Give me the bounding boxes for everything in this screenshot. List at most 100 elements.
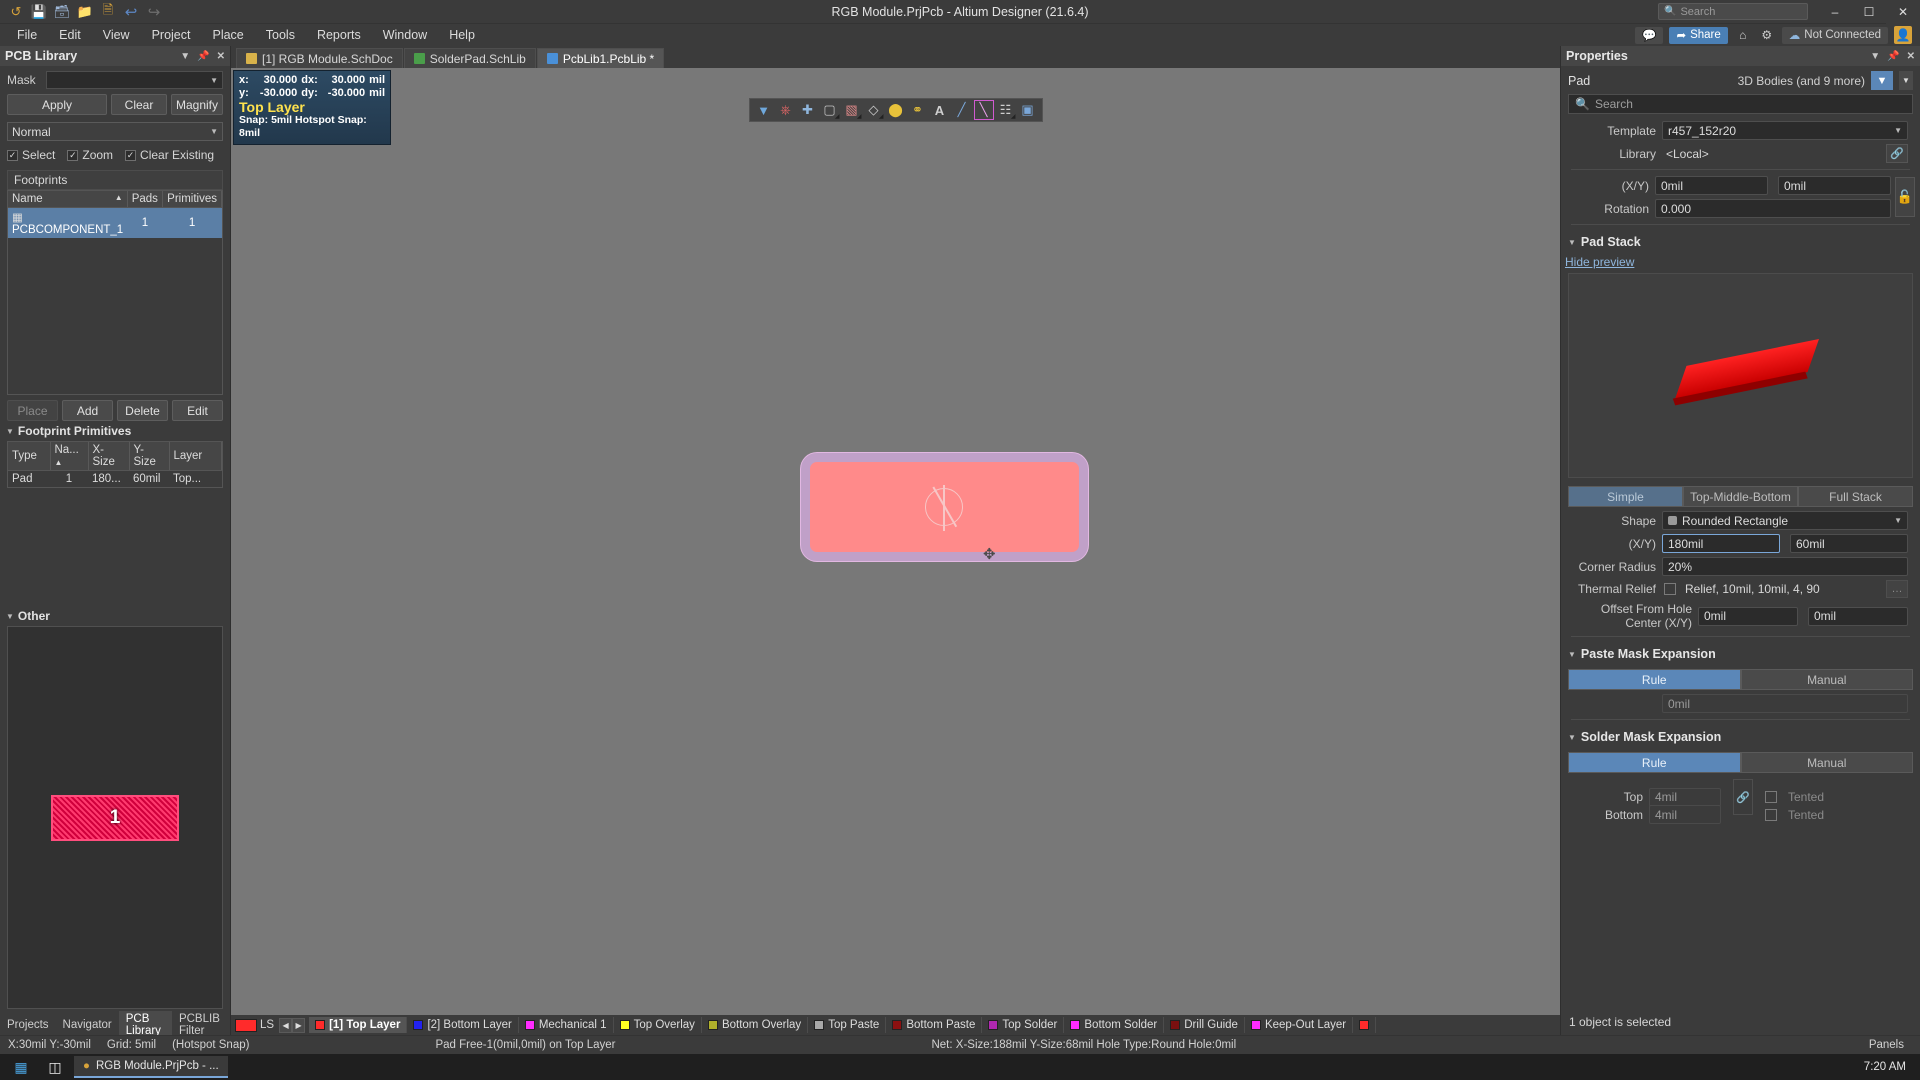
tab-projects[interactable]: Projects	[0, 1017, 56, 1033]
filter-icon[interactable]: ▼	[754, 100, 774, 120]
panels-button[interactable]: Panels	[1861, 1039, 1912, 1051]
link-icon[interactable]: 🔗	[1886, 144, 1908, 163]
col-primitives[interactable]: Primitives	[163, 191, 222, 208]
menu-view[interactable]: View	[92, 26, 141, 44]
col-layer[interactable]: Layer	[169, 442, 222, 471]
layer-tab-top-overlay[interactable]: Top Overlay	[614, 1017, 702, 1033]
eraser-icon[interactable]: ◇◢	[864, 100, 884, 120]
pad-stack-section-header[interactable]: ▼ Pad Stack	[1561, 229, 1920, 253]
doc-tab-pcblib1-pcblib[interactable]: PcbLib1.PcbLib *	[537, 48, 664, 68]
not-connected-status[interactable]: ☁ Not Connected	[1782, 27, 1888, 44]
add-button[interactable]: Add	[62, 400, 113, 421]
global-search-input[interactable]: 🔍 Search	[1658, 3, 1808, 20]
mode-top-middle-bottom-button[interactable]: Top-Middle-Bottom	[1683, 486, 1798, 507]
other-section-header[interactable]: ▼ Other	[0, 606, 230, 626]
hide-preview-link[interactable]: Hide preview	[1561, 253, 1920, 269]
layer-prev-button[interactable]: ◀	[279, 1018, 292, 1033]
layer-tab-drill-guide[interactable]: Drill Guide	[1164, 1017, 1245, 1033]
shape-select[interactable]: Rounded Rectangle ▼	[1662, 511, 1908, 530]
menu-tools[interactable]: Tools	[255, 26, 306, 44]
task-view-icon[interactable]: ◫	[40, 1055, 70, 1079]
redo-icon[interactable]: ↪	[146, 4, 162, 20]
save-all-icon[interactable]: 🗃	[54, 4, 70, 20]
offset-x-input[interactable]: 0mil	[1698, 607, 1798, 626]
layer-tab-top-layer[interactable]: [1] Top Layer	[309, 1017, 407, 1033]
menu-file[interactable]: File	[6, 26, 48, 44]
ls-label[interactable]: LS	[257, 1019, 279, 1031]
maximize-button[interactable]: ☐	[1852, 0, 1886, 24]
via-icon[interactable]: ⚭	[908, 100, 928, 120]
windows-start-icon[interactable]: ▦	[6, 1055, 36, 1079]
text-icon[interactable]: A	[930, 100, 950, 120]
clear-button[interactable]: Clear	[111, 94, 167, 115]
thermal-relief-checkbox[interactable]	[1664, 583, 1676, 595]
footprint-primitives-header[interactable]: ▼ Footprint Primitives	[0, 421, 230, 441]
comments-button[interactable]: 💬	[1635, 27, 1663, 44]
table-row[interactable]: Pad 1 180... 60mil Top...	[8, 471, 222, 488]
location-y-input[interactable]: 0mil	[1778, 176, 1891, 195]
current-layer-swatch[interactable]	[235, 1019, 257, 1032]
layer-tab-bottom-paste[interactable]: Bottom Paste	[886, 1017, 982, 1033]
snap-magnet-icon[interactable]: ⎈	[776, 100, 796, 120]
pin-icon[interactable]: 📌	[197, 51, 209, 62]
menu-help[interactable]: Help	[438, 26, 486, 44]
paste-mask-rule-button[interactable]: Rule	[1568, 669, 1741, 690]
layers-icon[interactable]: ▧◢	[842, 100, 862, 120]
filter-icon[interactable]: ▼	[1871, 71, 1893, 90]
menu-edit[interactable]: Edit	[48, 26, 92, 44]
chevron-down-icon[interactable]: ▼	[180, 51, 190, 62]
measure-icon[interactable]: ☷◢	[996, 100, 1016, 120]
mode-full-stack-button[interactable]: Full Stack	[1798, 486, 1913, 507]
chevron-down-icon[interactable]: ▼	[210, 76, 218, 85]
pin-icon[interactable]: 📌	[1887, 51, 1899, 62]
chevron-down-icon[interactable]: ▼	[1899, 71, 1913, 90]
clear-existing-checkbox[interactable]: ✓ Clear Existing	[125, 148, 214, 162]
magnify-button[interactable]: Magnify	[171, 94, 223, 115]
close-button[interactable]: ✕	[1886, 0, 1920, 24]
mask-input[interactable]: ▼	[46, 71, 223, 89]
home-icon[interactable]: ⌂	[1734, 26, 1752, 44]
chevron-down-icon[interactable]: ▼	[1870, 51, 1880, 62]
open-folder-icon[interactable]: 📁	[77, 4, 93, 20]
col-ysize[interactable]: Y-Size	[129, 442, 169, 471]
layer-tab-bottom-layer[interactable]: [2] Bottom Layer	[407, 1017, 518, 1033]
location-x-input[interactable]: 0mil	[1655, 176, 1768, 195]
layer-tab-bottom-overlay[interactable]: Bottom Overlay	[702, 1017, 808, 1033]
minimize-button[interactable]: –	[1818, 0, 1852, 24]
menu-project[interactable]: Project	[141, 26, 202, 44]
paste-mask-manual-button[interactable]: Manual	[1741, 669, 1914, 690]
close-icon[interactable]: ✕	[1907, 51, 1915, 62]
col-pads[interactable]: Pads	[127, 191, 162, 208]
table-row[interactable]: ▦ PCBCOMPONENT_1 1 1	[8, 208, 222, 239]
layer-tab-mechanical-1[interactable]: Mechanical 1	[519, 1017, 614, 1033]
pad-3d-preview[interactable]	[1568, 273, 1913, 478]
gear-icon[interactable]: ⚙	[1758, 26, 1776, 44]
primitives-list[interactable]: Type Na... ▲ X-Size Y-Size Layer Pad	[7, 441, 223, 488]
layer-tab-keepout-layer[interactable]: Keep-Out Layer	[1245, 1017, 1353, 1033]
save-icon[interactable]: 💾	[31, 4, 47, 20]
col-name[interactable]: Name ▲	[8, 191, 127, 208]
thermal-relief-options-button[interactable]: …	[1886, 580, 1908, 598]
delete-button[interactable]: Delete	[117, 400, 168, 421]
layer-next-button[interactable]: ▶	[292, 1018, 305, 1033]
properties-search-input[interactable]: 🔍 Search	[1568, 94, 1913, 114]
col-type[interactable]: Type	[8, 442, 50, 471]
offset-y-input[interactable]: 0mil	[1808, 607, 1908, 626]
layer-tab-more[interactable]	[1353, 1017, 1376, 1033]
select-checkbox[interactable]: ✓ Select	[7, 148, 55, 162]
open-project-icon[interactable]: 🗎	[100, 4, 116, 20]
solder-mask-manual-button[interactable]: Manual	[1741, 752, 1914, 773]
template-select[interactable]: r457_152r20 ▼	[1662, 121, 1908, 140]
share-button[interactable]: ➦ Share	[1669, 27, 1727, 44]
layer-tab-top-solder[interactable]: Top Solder	[982, 1017, 1064, 1033]
paste-mask-section-header[interactable]: ▼ Paste Mask Expansion	[1561, 641, 1920, 665]
place-button[interactable]: Place	[7, 400, 58, 421]
zoom-checkbox[interactable]: ✓ Zoom	[67, 148, 113, 162]
solder-mask-rule-button[interactable]: Rule	[1568, 752, 1741, 773]
pcb-canvas[interactable]: x: 30.000 dx: 30.000 mil y: -30.000 dy: …	[231, 68, 1560, 1015]
col-xsize[interactable]: X-Size	[88, 442, 129, 471]
menu-reports[interactable]: Reports	[306, 26, 372, 44]
tab-navigator[interactable]: Navigator	[56, 1017, 119, 1033]
size-y-input[interactable]: 60mil	[1790, 534, 1908, 553]
taskbar-app-altium[interactable]: ● RGB Module.PrjPcb - ...	[74, 1056, 228, 1078]
